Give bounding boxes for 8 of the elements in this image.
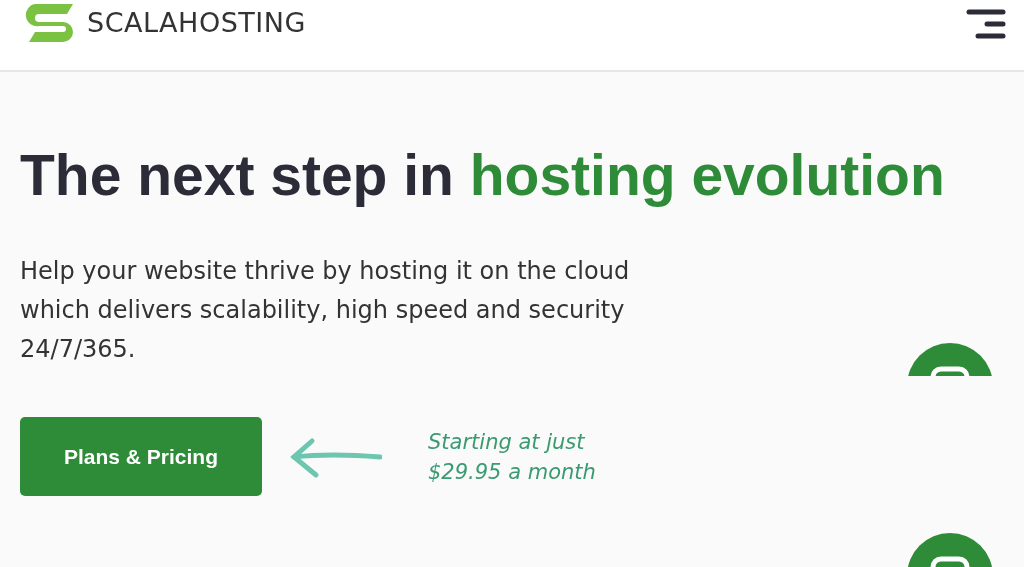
pricing-note: Starting at just $29.95 a month bbox=[428, 428, 596, 486]
brand-name: SCALAHOSTING bbox=[87, 6, 306, 38]
plans-pricing-button[interactable]: Plans & Pricing bbox=[20, 417, 262, 496]
chat-button[interactable] bbox=[907, 343, 993, 376]
hero-title: The next step in hosting evolution bbox=[20, 142, 946, 208]
menu-icon[interactable] bbox=[966, 9, 1006, 39]
chat-button[interactable] bbox=[907, 533, 993, 567]
hero-description: Help your website thrive by hosting it on the cloud which delivers scalability, high speed and security 24/7/365. bbox=[20, 256, 631, 365]
